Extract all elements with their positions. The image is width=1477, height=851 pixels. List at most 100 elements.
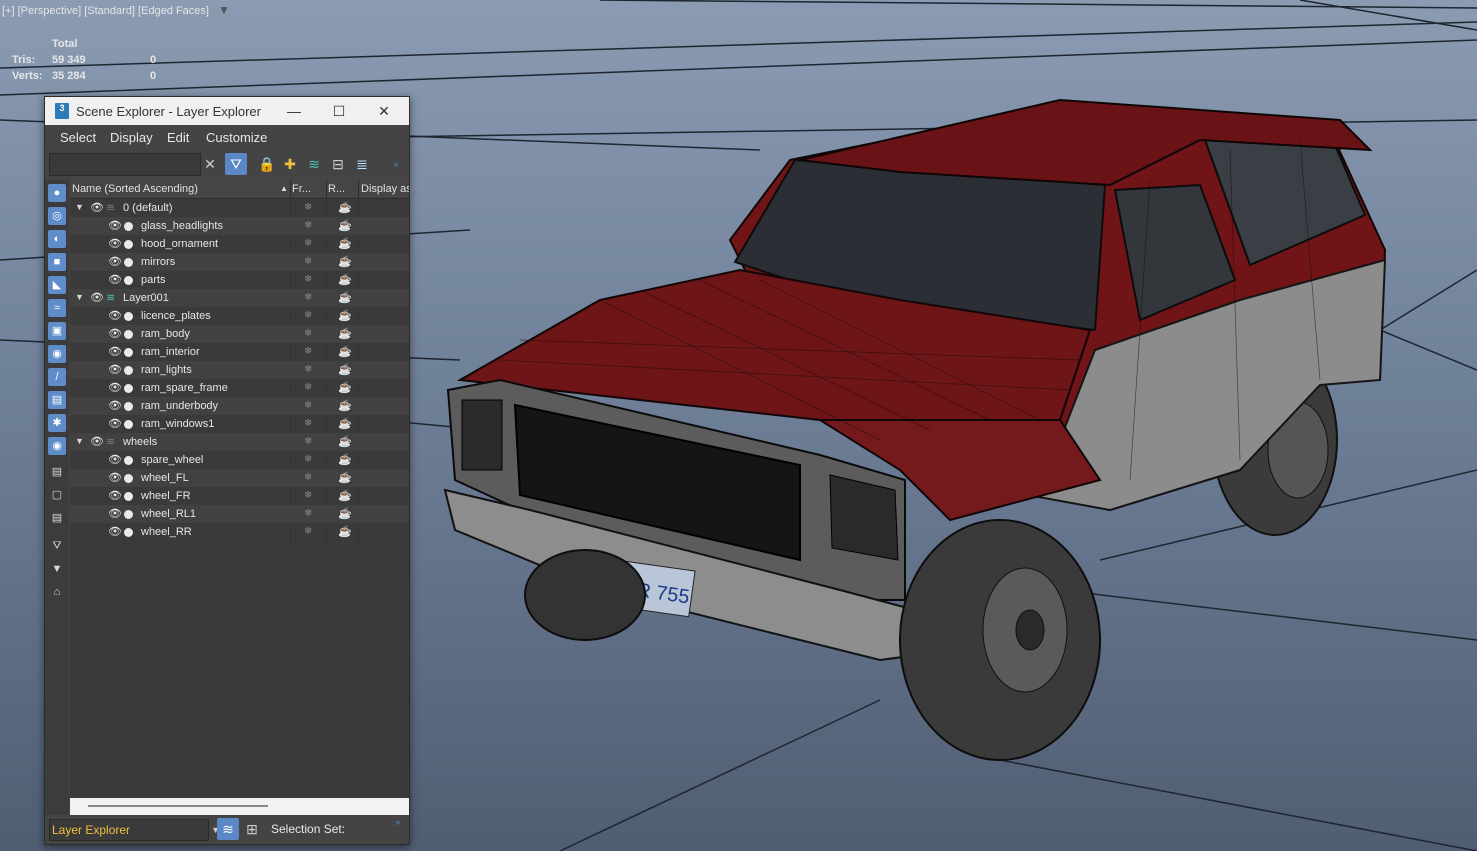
expand-triangle-icon[interactable]: ▼ [75, 202, 84, 212]
containers-filter-icon[interactable]: ▤ [48, 391, 66, 409]
more-icon[interactable]: » [391, 811, 405, 833]
window-titlebar[interactable]: 3 Scene Explorer - Layer Explorer — ☐ ✕ [45, 97, 409, 125]
spacewarps-filter-icon[interactable]: ≈ [48, 299, 66, 317]
object-row[interactable]: 👁 wheel_RL1 ❄ ☕ [70, 505, 409, 523]
eye-icon[interactable]: 👁 [108, 471, 122, 484]
render-teapot-icon[interactable]: ☕ [338, 201, 352, 214]
freeze-icon[interactable]: ❄ [304, 346, 312, 357]
freeze-icon[interactable]: ❄ [304, 328, 312, 339]
hidden-filter-icon[interactable]: ◉ [48, 437, 66, 455]
render-teapot-icon[interactable]: ☕ [338, 399, 352, 412]
display-all-icon[interactable]: ▤ [48, 463, 66, 481]
menu-select[interactable]: Select [60, 130, 96, 145]
object-row[interactable]: 👁 ram_windows1 ❄ ☕ [70, 415, 409, 433]
cameras-filter-icon[interactable]: ■ [48, 253, 66, 271]
object-row[interactable]: 👁 parts ❄ ☕ [70, 271, 409, 289]
object-row[interactable]: 👁 hood_ornament ❄ ☕ [70, 235, 409, 253]
layers-icon[interactable]: ≣ [351, 153, 373, 175]
freeze-icon[interactable]: ❄ [304, 220, 312, 231]
hierarchy-mode-icon[interactable]: ⊞ [241, 818, 263, 840]
column-freeze[interactable]: Fr... [292, 183, 324, 195]
column-display-as[interactable]: Display as [361, 183, 409, 195]
frozen-filter-icon[interactable]: ✱ [48, 414, 66, 432]
layer-stack-icon[interactable]: ≋ [303, 153, 325, 175]
object-row[interactable]: 👁 ram_spare_frame ❄ ☕ [70, 379, 409, 397]
eye-icon[interactable]: 👁 [108, 381, 122, 394]
menu-edit[interactable]: Edit [167, 130, 189, 145]
render-teapot-icon[interactable]: ☕ [338, 273, 352, 286]
render-teapot-icon[interactable]: ☕ [338, 489, 352, 502]
scrollbar-thumb[interactable] [88, 805, 268, 807]
object-row[interactable]: 👁 ram_body ❄ ☕ [70, 325, 409, 343]
menu-display[interactable]: Display [110, 130, 153, 145]
eye-icon[interactable]: 👁 [90, 291, 104, 304]
groups-filter-icon[interactable]: ▣ [48, 322, 66, 340]
layer-row[interactable]: ▼ 👁 ≋ Layer001 ❄ ☕ [70, 289, 409, 307]
search-input[interactable] [49, 153, 201, 176]
render-teapot-icon[interactable]: ☕ [338, 309, 352, 322]
eye-icon[interactable]: 👁 [108, 219, 122, 232]
object-row[interactable]: 👁 glass_headlights ❄ ☕ [70, 217, 409, 235]
hierarchy-icon[interactable]: ⊟ [327, 153, 349, 175]
container-icon[interactable]: ⌂ [48, 583, 66, 601]
column-name[interactable]: Name (Sorted Ascending) [72, 183, 272, 195]
object-row[interactable]: 👁 ram_interior ❄ ☕ [70, 343, 409, 361]
eye-icon[interactable]: 👁 [108, 255, 122, 268]
freeze-icon[interactable]: ❄ [304, 418, 312, 429]
render-teapot-icon[interactable]: ☕ [338, 525, 352, 538]
freeze-icon[interactable]: ❄ [304, 364, 312, 375]
freeze-icon[interactable]: ❄ [304, 274, 312, 285]
object-row[interactable]: 👁 licence_plates ❄ ☕ [70, 307, 409, 325]
object-row[interactable]: 👁 ram_underbody ❄ ☕ [70, 397, 409, 415]
render-teapot-icon[interactable]: ☕ [338, 471, 352, 484]
render-teapot-icon[interactable]: ☕ [338, 255, 352, 268]
invert-display-icon[interactable]: ▤ [48, 509, 66, 527]
render-teapot-icon[interactable]: ☕ [338, 327, 352, 340]
render-teapot-icon[interactable]: ☕ [338, 417, 352, 430]
column-render[interactable]: R... [328, 183, 356, 195]
eye-icon[interactable]: 👁 [90, 435, 104, 448]
freeze-icon[interactable]: ❄ [304, 490, 312, 501]
eye-icon[interactable]: 👁 [108, 273, 122, 286]
object-row[interactable]: 👁 wheel_RR ❄ ☕ [70, 523, 409, 541]
freeze-icon[interactable]: ❄ [304, 508, 312, 519]
bones-filter-icon[interactable]: / [48, 368, 66, 386]
menu-customize[interactable]: Customize [206, 130, 267, 145]
close-button[interactable]: ✕ [374, 101, 394, 121]
render-teapot-icon[interactable]: ☕ [338, 507, 352, 520]
filter-icon[interactable]: ▼ [48, 560, 66, 578]
eye-icon[interactable]: 👁 [108, 489, 122, 502]
eye-icon[interactable]: 👁 [108, 327, 122, 340]
eye-icon[interactable]: 👁 [108, 417, 122, 430]
layer-row[interactable]: ▼ 👁 ≋ 0 (default) ❄ ☕ [70, 199, 409, 217]
freeze-icon[interactable]: ❄ [304, 292, 312, 303]
render-teapot-icon[interactable]: ☕ [338, 453, 352, 466]
freeze-icon[interactable]: ❄ [304, 238, 312, 249]
object-row[interactable]: 👁 spare_wheel ❄ ☕ [70, 451, 409, 469]
object-row[interactable]: 👁 wheel_FL ❄ ☕ [70, 469, 409, 487]
freeze-icon[interactable]: ❄ [304, 472, 312, 483]
geometry-filter-icon[interactable]: ● [48, 184, 66, 202]
maximize-button[interactable]: ☐ [329, 101, 349, 121]
layer-mode-icon[interactable]: ≋ [217, 818, 239, 840]
viewport-label[interactable]: [+] [Perspective] [Standard] [Edged Face… [2, 3, 230, 17]
eye-icon[interactable]: 👁 [108, 237, 122, 250]
render-teapot-icon[interactable]: ☕ [338, 381, 352, 394]
eye-icon[interactable]: 👁 [108, 507, 122, 520]
freeze-icon[interactable]: ❄ [304, 400, 312, 411]
helpers-filter-icon[interactable]: ◣ [48, 276, 66, 294]
freeze-icon[interactable]: ❄ [304, 526, 312, 537]
more-icon[interactable]: » [389, 153, 403, 175]
eye-icon[interactable]: 👁 [108, 453, 122, 466]
object-row[interactable]: 👁 ram_lights ❄ ☕ [70, 361, 409, 379]
eye-icon[interactable]: 👁 [108, 525, 122, 538]
lights-filter-icon[interactable]: ◐ [48, 230, 66, 248]
xrefs-filter-icon[interactable]: ◉ [48, 345, 66, 363]
minimize-button[interactable]: — [284, 101, 304, 121]
object-row[interactable]: 👁 mirrors ❄ ☕ [70, 253, 409, 271]
filter-selected-icon[interactable]: ⛛ [48, 537, 66, 555]
expand-triangle-icon[interactable]: ▼ [75, 292, 84, 302]
eye-icon[interactable]: 👁 [108, 345, 122, 358]
horizontal-scrollbar[interactable] [70, 798, 409, 815]
render-teapot-icon[interactable]: ☕ [338, 363, 352, 376]
